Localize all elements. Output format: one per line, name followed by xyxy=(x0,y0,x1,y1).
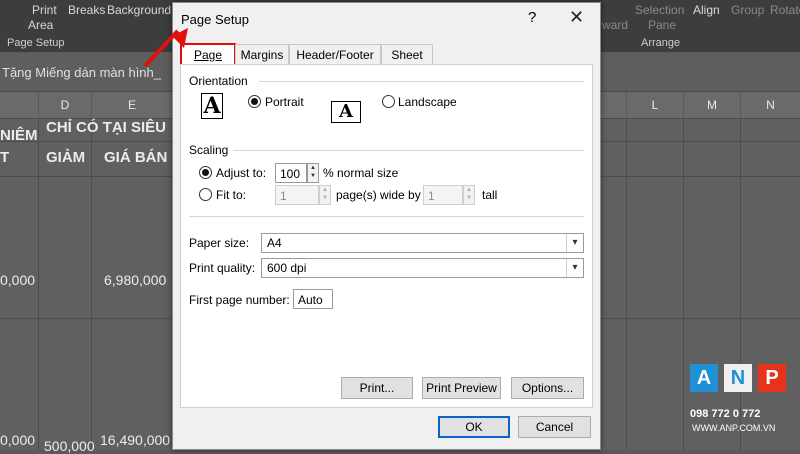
landscape-radio[interactable] xyxy=(382,95,395,108)
orientation-heading: Orientation xyxy=(189,74,248,88)
help-button[interactable]: ? xyxy=(528,9,536,26)
ribbon-background-button[interactable]: Background xyxy=(107,3,171,17)
ribbon-align-button[interactable]: Align xyxy=(693,3,720,17)
column-header-e[interactable]: E xyxy=(92,92,172,119)
ok-button[interactable]: OK xyxy=(438,416,510,438)
cell-chi-co[interactable]: CHỈ CÓ TẠI SIÊU xyxy=(46,119,166,136)
print-quality-value: 600 dpi xyxy=(267,261,307,275)
cell-giam[interactable]: GIẢM xyxy=(46,149,85,166)
logo-letter-a: A xyxy=(690,364,718,392)
adjust-to-label[interactable]: Adjust to: xyxy=(216,166,266,180)
grid-line xyxy=(38,119,39,450)
anp-logo: A N P 098 772 0 772 WWW.ANP.COM.VN xyxy=(690,364,790,438)
page-setup-dialog: Page Setup ? ✕ Page Margins Header/Foote… xyxy=(172,2,601,450)
logo-letter-n: N xyxy=(724,364,752,392)
options-button[interactable]: Options... xyxy=(511,377,584,399)
first-page-number-label: First page number: xyxy=(189,293,290,307)
ribbon-group-page-setup: Page Setup xyxy=(7,37,65,49)
ribbon-group-arrange: Arrange xyxy=(641,37,681,49)
adjust-to-suffix: % normal size xyxy=(323,166,399,180)
first-page-number-input[interactable]: Auto xyxy=(293,289,333,309)
tab-margins[interactable]: Margins xyxy=(235,44,289,65)
landscape-icon-letter: A xyxy=(331,101,361,123)
fit-tall-stepper[interactable]: ▲ ▼ xyxy=(463,185,475,205)
ribbon-forward-label: ward xyxy=(602,18,629,32)
cell-niem[interactable]: NIÊM xyxy=(0,127,38,144)
tab-sheet[interactable]: Sheet xyxy=(381,44,433,65)
portrait-page-icon: A xyxy=(201,93,225,119)
portrait-label[interactable]: Portrait xyxy=(265,95,304,109)
fit-wide-stepper[interactable]: ▲ ▼ xyxy=(319,185,331,205)
logo-site: WWW.ANP.COM.VN xyxy=(692,423,776,433)
logo-letter-p: P xyxy=(758,364,786,392)
close-icon[interactable]: ✕ xyxy=(569,7,584,28)
page-tab-panel: Orientation A Portrait A Landscape Scali… xyxy=(180,64,593,408)
fit-to-radio[interactable] xyxy=(199,188,212,201)
grid-line xyxy=(91,119,92,450)
cancel-button[interactable]: Cancel xyxy=(518,416,591,438)
ribbon-print-area-button[interactable]: Print xyxy=(32,3,57,17)
fit-tall-input[interactable]: 1 xyxy=(423,185,463,205)
tab-header-footer[interactable]: Header/Footer xyxy=(289,44,381,65)
section-divider xyxy=(233,150,584,151)
chevron-down-icon[interactable]: ▾ xyxy=(566,234,583,252)
chevron-down-icon[interactable]: ▾ xyxy=(566,259,583,277)
arrowhead-shape xyxy=(172,28,188,48)
ribbon-group-button[interactable]: Group xyxy=(731,3,764,17)
scaling-heading: Scaling xyxy=(189,143,229,157)
landscape-label[interactable]: Landscape xyxy=(398,95,457,109)
portrait-radio[interactable] xyxy=(248,95,261,108)
adjust-to-stepper[interactable]: ▲ ▼ xyxy=(307,163,319,183)
grid-line xyxy=(626,119,627,450)
print-button[interactable]: Print... xyxy=(341,377,413,399)
cell-value[interactable]: 0,000 xyxy=(0,432,35,448)
column-header-k[interactable] xyxy=(600,92,626,119)
print-quality-select[interactable]: 600 dpi ▾ xyxy=(261,258,584,278)
paper-size-select[interactable]: A4 ▾ xyxy=(261,233,584,253)
cell-gia-ban[interactable]: GIÁ BÁN xyxy=(104,149,167,166)
column-header-m[interactable]: M xyxy=(684,92,740,119)
logo-phone: 098 772 0 772 xyxy=(690,408,761,420)
cell-value[interactable]: 0,000 xyxy=(0,272,35,288)
section-divider xyxy=(189,216,584,217)
ribbon-print-area-label: Area xyxy=(28,18,54,32)
ribbon-rotate-button[interactable]: Rotate xyxy=(770,3,800,17)
column-header-l[interactable]: L xyxy=(627,92,683,119)
column-header-n[interactable]: N xyxy=(741,92,800,119)
print-quality-label: Print quality: xyxy=(189,261,256,275)
grid-line xyxy=(683,119,684,450)
cell-value[interactable]: 500,000 xyxy=(44,438,95,454)
cell-value[interactable]: 16,490,000 xyxy=(100,432,170,448)
fit-wide-suffix: page(s) wide by xyxy=(336,188,421,202)
portrait-icon-letter: A xyxy=(201,93,223,119)
fit-to-label[interactable]: Fit to: xyxy=(216,188,246,202)
ribbon-selection-pane-button[interactable]: Selection xyxy=(635,3,684,17)
adjust-to-radio[interactable] xyxy=(199,166,212,179)
cell-t[interactable]: T xyxy=(0,149,9,166)
adjust-to-input[interactable]: 100 xyxy=(275,163,307,183)
section-divider xyxy=(259,81,584,82)
ribbon-breaks-button[interactable]: Breaks xyxy=(68,3,105,17)
print-preview-button[interactable]: Print Preview xyxy=(422,377,501,399)
paper-size-value: A4 xyxy=(267,236,282,250)
formula-text: Tặng Miếng dán màn hình_ xyxy=(2,65,161,80)
column-header-c[interactable] xyxy=(0,92,38,119)
annotation-arrowhead-icon xyxy=(172,28,188,48)
paper-size-label: Paper size: xyxy=(189,236,250,250)
ribbon-pane-label: Pane xyxy=(648,18,677,32)
fit-wide-input[interactable]: 1 xyxy=(275,185,319,205)
cell-value[interactable]: 6,980,000 xyxy=(104,272,166,288)
landscape-page-icon: A xyxy=(331,97,361,123)
fit-tall-suffix: tall xyxy=(482,188,498,202)
column-header-d[interactable]: D xyxy=(39,92,91,119)
